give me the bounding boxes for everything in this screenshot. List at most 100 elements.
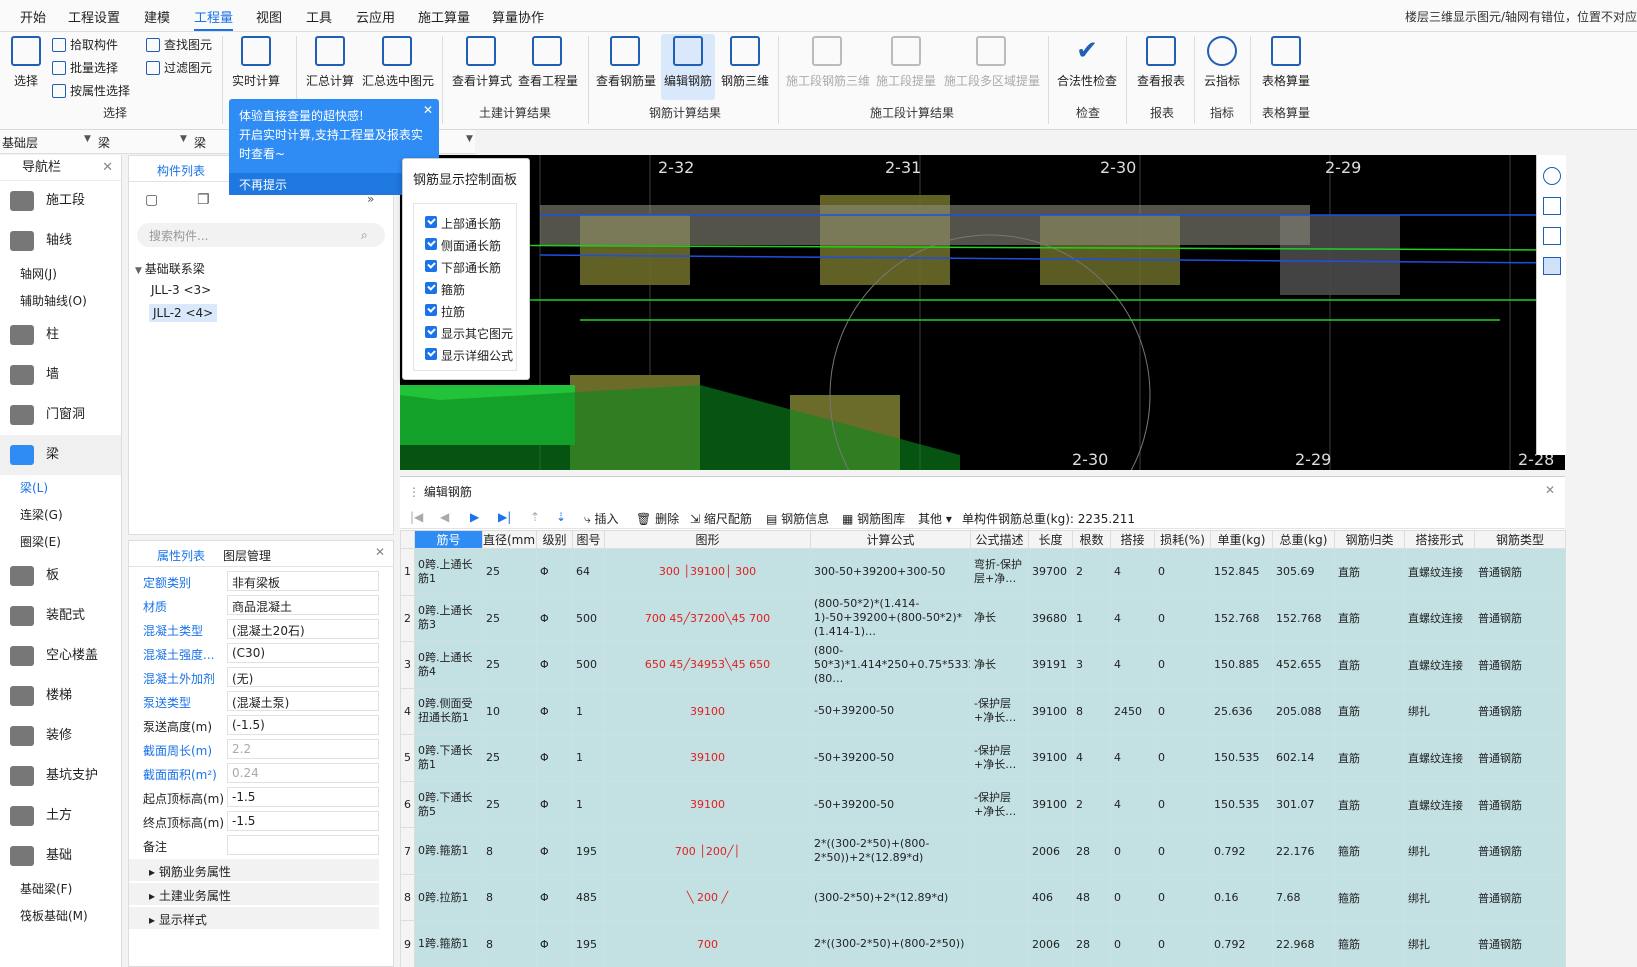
menu-tools[interactable]: 工具 bbox=[306, 7, 332, 26]
cell-type[interactable]: 普通钢筋 bbox=[1474, 827, 1566, 875]
cell-name[interactable]: 0跨.上通长筋1 bbox=[414, 548, 483, 596]
cell-formula[interactable]: (800-50*2)*(1.414-1)-50+39200+(800-50*2)… bbox=[810, 594, 971, 643]
table-calc-button[interactable]: 表格算量 bbox=[1256, 34, 1316, 89]
nav-item[interactable]: 墙 bbox=[0, 355, 121, 395]
close-icon[interactable]: ✕ bbox=[102, 155, 113, 181]
cell-shape[interactable]: 39100 bbox=[604, 687, 811, 736]
cell-fig[interactable]: 195 bbox=[572, 920, 605, 967]
new-icon[interactable]: ▢ bbox=[145, 192, 158, 208]
panel-checkbox[interactable]: 箍筋 bbox=[425, 281, 465, 298]
stage-qty-button[interactable]: 施工段提量 bbox=[876, 34, 936, 89]
cell-cnt[interactable]: 28 bbox=[1072, 827, 1111, 875]
table-row[interactable]: 1 0跨.上通长筋1 25 Φ 64 300 │39100│ 300 300-50+3920… bbox=[400, 548, 1566, 596]
cell-cls[interactable]: 箍筋 bbox=[1334, 873, 1405, 922]
prop-value[interactable]: -1.5 bbox=[227, 811, 379, 831]
cell-desc[interactable]: 净长 bbox=[970, 594, 1029, 643]
cell-type[interactable]: 普通钢筋 bbox=[1474, 873, 1566, 922]
cube-icon[interactable] bbox=[1543, 227, 1561, 245]
cell-len[interactable]: 39100 bbox=[1028, 687, 1073, 736]
column-header[interactable]: 直径(mm) bbox=[482, 530, 537, 549]
nav-item[interactable]: 施工段 bbox=[0, 181, 121, 221]
cell-lap[interactable]: 4 bbox=[1110, 548, 1155, 596]
cell-lapf[interactable]: 绑扎 bbox=[1404, 873, 1475, 922]
cell-lap[interactable]: 2450 bbox=[1110, 687, 1155, 736]
cell-cls[interactable]: 直筋 bbox=[1334, 734, 1405, 782]
prop-value[interactable]: (混凝土20石) bbox=[227, 619, 379, 639]
cell-fig[interactable]: 1 bbox=[572, 780, 605, 829]
cell-unit[interactable]: 0.792 bbox=[1210, 827, 1273, 875]
nav-item[interactable]: 空心楼盖 bbox=[0, 636, 121, 676]
table-row[interactable]: 2 0跨.上通长筋3 25 Φ 500 700 45╱37200╲45 700 (800-5… bbox=[400, 594, 1566, 643]
cell-lapf[interactable]: 绑扎 bbox=[1404, 827, 1475, 875]
cell-g[interactable]: Φ bbox=[536, 780, 573, 829]
table-row[interactable]: 9 1跨.箍筋1 8 Φ 195 700 2*((300-2*50)+(800-2*50))… bbox=[400, 920, 1566, 967]
cell-tot[interactable]: 22.968 bbox=[1272, 920, 1335, 967]
sum-calc-button[interactable]: 汇总计算 bbox=[304, 34, 356, 89]
cell-len[interactable]: 39191 bbox=[1028, 641, 1073, 689]
cell-name[interactable]: 0跨.上通长筋4 bbox=[414, 641, 483, 689]
rebar-library-button[interactable]: ▦ 钢筋图库 bbox=[842, 510, 905, 527]
cell-len[interactable]: 2006 bbox=[1028, 827, 1073, 875]
nav-item[interactable]: 楼梯 bbox=[0, 676, 121, 716]
column-header[interactable]: 损耗(%) bbox=[1154, 530, 1211, 549]
cell-formula[interactable]: (300-2*50)+2*(12.89*d) bbox=[810, 873, 971, 922]
menu-project-settings[interactable]: 工程设置 bbox=[68, 7, 120, 26]
cell-name[interactable]: 0跨.下通长筋1 bbox=[414, 734, 483, 782]
cell-desc[interactable]: 净长 bbox=[970, 641, 1029, 689]
cell-desc[interactable]: -保护层+净长… bbox=[970, 780, 1029, 829]
cell-unit[interactable]: 0.792 bbox=[1210, 920, 1273, 967]
nav-item[interactable]: 梁 bbox=[0, 435, 121, 475]
cell-desc[interactable] bbox=[970, 920, 1029, 967]
orbit-icon[interactable] bbox=[1543, 167, 1561, 185]
close-icon[interactable]: ✕ bbox=[375, 545, 385, 559]
cell-type[interactable]: 普通钢筋 bbox=[1474, 780, 1566, 829]
cell-unit[interactable]: 152.768 bbox=[1210, 594, 1273, 643]
cell-d[interactable]: 8 bbox=[482, 827, 537, 875]
cell-name[interactable]: 1跨.箍筋1 bbox=[414, 920, 483, 967]
cell-lapf[interactable]: 绑扎 bbox=[1404, 687, 1475, 736]
cell-type[interactable]: 普通钢筋 bbox=[1474, 734, 1566, 782]
prop-value[interactable] bbox=[227, 835, 379, 855]
prop-value[interactable]: 2.2 bbox=[227, 739, 379, 759]
cell-name[interactable]: 0跨.拉筋1 bbox=[414, 873, 483, 922]
batch-select-button[interactable]: 批量选择 bbox=[52, 59, 118, 76]
cell-unit[interactable]: 150.535 bbox=[1210, 780, 1273, 829]
cell-lapf[interactable]: 直螺纹连接 bbox=[1404, 780, 1475, 829]
cell-tot[interactable]: 22.176 bbox=[1272, 827, 1335, 875]
cell-unit[interactable]: 152.845 bbox=[1210, 548, 1273, 596]
column-header[interactable]: 图形 bbox=[604, 530, 811, 549]
cloud-index-button[interactable]: 云指标 bbox=[1200, 34, 1244, 89]
cell-fig[interactable]: 485 bbox=[572, 873, 605, 922]
last-icon[interactable]: ▶| bbox=[498, 510, 511, 524]
cell-shape[interactable]: 650 45╱34953╲45 650 bbox=[604, 641, 811, 689]
cell-name[interactable]: 0跨.下通长筋5 bbox=[414, 780, 483, 829]
prop-value[interactable]: (C30) bbox=[227, 643, 379, 663]
view-formula-button[interactable]: 查看计算式 bbox=[452, 34, 512, 89]
cell-unit[interactable]: 0.16 bbox=[1210, 873, 1273, 922]
floor-select[interactable]: 基础层 bbox=[2, 134, 38, 151]
nav-item[interactable]: 轴网(J) bbox=[0, 261, 121, 288]
next-icon[interactable]: ▶ bbox=[470, 510, 479, 524]
cell-cnt[interactable]: 2 bbox=[1072, 780, 1111, 829]
cell-name[interactable]: 0跨.上通长筋3 bbox=[414, 594, 483, 643]
view-rebar-button[interactable]: 查看钢筋量 bbox=[596, 34, 656, 89]
nav-item[interactable]: 板 bbox=[0, 556, 121, 596]
cell-loss[interactable]: 0 bbox=[1154, 594, 1211, 643]
cell-formula[interactable]: 2*((300-2*50)+(800-2*50)) bbox=[810, 920, 971, 967]
nav-item[interactable]: 装修 bbox=[0, 716, 121, 756]
rebar-3d-button[interactable]: 钢筋三维 bbox=[720, 34, 770, 89]
nav-item[interactable]: 梁(L) bbox=[0, 475, 121, 502]
rebar-info-button[interactable]: ▤ 钢筋信息 bbox=[766, 510, 829, 527]
column-header[interactable]: 筋号 bbox=[414, 530, 483, 549]
cell-cls[interactable]: 直筋 bbox=[1334, 641, 1405, 689]
prop-value[interactable]: 非有梁板 bbox=[227, 571, 379, 591]
cell-lapf[interactable]: 直螺纹连接 bbox=[1404, 641, 1475, 689]
cell-unit[interactable]: 25.636 bbox=[1210, 687, 1273, 736]
close-icon[interactable]: ✕ bbox=[423, 101, 433, 120]
cell-shape[interactable]: 700 bbox=[604, 920, 811, 967]
cell-shape[interactable]: 39100 bbox=[604, 734, 811, 782]
panel-checkbox[interactable]: 下部通长筋 bbox=[425, 259, 501, 276]
cell-formula[interactable]: -50+39200-50 bbox=[810, 734, 971, 782]
cell-desc[interactable] bbox=[970, 873, 1029, 922]
select-by-attr-button[interactable]: 按属性选择 bbox=[52, 82, 130, 99]
